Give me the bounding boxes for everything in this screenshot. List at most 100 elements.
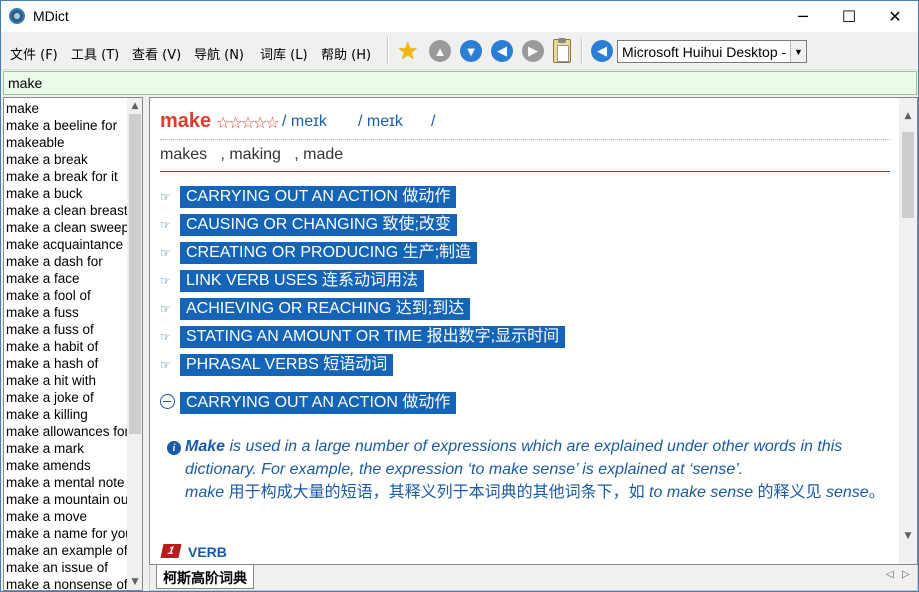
scroll-down-icon[interactable]: ▼ [900,528,916,544]
word-list-item[interactable]: make a joke of [6,389,127,406]
headword: make [160,110,212,132]
scroll-thumb[interactable] [129,114,141,434]
minimize-button[interactable]: ─ [780,1,826,32]
star-icon[interactable]: ★ [397,39,421,63]
speaker-back-icon[interactable]: ◀ [591,40,613,62]
mdict-window: MDict ─ ☐ ✕ 文件 (F) 工具 (T) 查看 (V) 导航 (N) … [0,0,919,592]
divider [160,139,890,140]
voice-select-value: Microsoft Huihui Desktop - [622,44,787,60]
section-link[interactable]: STATING AN AMOUNT OR TIME 报出数字;显示时间 [180,326,566,348]
info-icon: i [167,441,181,455]
word-list-item[interactable]: make a fool of [6,287,127,304]
frequency-stars: ☆☆☆☆☆ [216,113,280,132]
section-link[interactable]: CREATING OR PRODUCING 生产;制造 [180,242,478,264]
note-text: is used in a large number of expressions… [185,438,843,478]
word-list-item[interactable]: make a nonsense of [6,576,127,590]
tab-next-icon[interactable]: ▷ [902,569,910,580]
pointing-hand-icon: ☞ [160,246,171,260]
word-list-scrollbar[interactable]: ▲ ▼ [127,98,142,590]
word-list-item[interactable]: make acquaintance [6,236,127,253]
word-list-item[interactable]: make a buck [6,185,127,202]
window-title: MDict [33,8,69,24]
word-list-item[interactable]: makeable [6,134,127,151]
entry-content: make ☆☆☆☆☆ / meɪk / meɪk / makes , makin… [149,97,918,565]
scroll-down-icon[interactable]: ▼ [127,574,142,590]
word-list-item[interactable]: make a clean sweep [6,219,127,236]
word-list-item[interactable]: make [6,100,127,117]
voice-select[interactable]: Microsoft Huihui Desktop - ▼ [617,40,807,63]
note-ref[interactable]: sense [826,484,869,501]
word-list[interactable]: make make a beeline for makeable make a bre… [3,97,143,591]
title-bar: MDict ─ ☐ ✕ [1,1,918,32]
note-chinese-2: 的释义见 [753,484,826,501]
close-button[interactable]: ✕ [872,1,918,32]
forward-icon[interactable]: ▶ [522,40,544,62]
back-icon[interactable]: ◀ [491,40,513,62]
word-list-item[interactable]: make a fuss of [6,321,127,338]
note-end: 。 [868,484,885,501]
section-link[interactable]: LINK VERB USES 连系动词用法 [180,270,425,292]
word-list-item[interactable]: make a hit with [6,372,127,389]
toolbar-separator [581,37,583,65]
word-list-item[interactable]: make a mark [6,440,127,457]
pointing-hand-icon: ☞ [160,358,171,372]
expanded-section-label[interactable]: CARRYING OUT AN ACTION 做动作 [180,392,457,414]
pointing-hand-icon: ☞ [160,218,171,232]
menu-navigate[interactable]: 导航 (N) [194,44,244,63]
scroll-up-icon[interactable]: ▲ [900,108,916,124]
menu-toolbar: 文件 (F) 工具 (T) 查看 (V) 导航 (N) 词库 (L) 帮助 (H… [1,32,918,70]
scroll-thumb[interactable] [902,132,914,218]
word-list-item[interactable]: make a killing [6,406,127,423]
clipboard-icon[interactable] [553,38,571,63]
part-of-speech: VERB [188,544,227,560]
word-list-item[interactable]: make a clean breast [6,202,127,219]
toolbar-separator [387,37,389,65]
search-input[interactable]: make [3,71,917,95]
word-list-item[interactable]: make allowances for [6,423,127,440]
pronunciation-end: / [431,113,436,130]
menu-help[interactable]: 帮助 (H) [321,44,371,63]
word-list-item[interactable]: make a break [6,151,127,168]
word-list-item[interactable]: make a mental note [6,474,127,491]
dictionary-tab-bar: 柯斯高阶词典 ◁ ▷ [149,565,918,591]
word-list-item[interactable]: make a break for it [6,168,127,185]
up-icon[interactable]: ▲ [429,40,451,62]
collapse-icon[interactable] [160,394,175,409]
note-phrase[interactable]: to make sense [649,484,753,501]
word-list-item[interactable]: make a habit of [6,338,127,355]
word-list-item[interactable]: make a mountain out [6,491,127,508]
content-scrollbar[interactable]: ▲ ▼ [899,98,917,564]
word-list-item[interactable]: make a beeline for [6,117,127,134]
menu-file[interactable]: 文件 (F) [10,44,58,63]
chevron-down-icon[interactable]: ▼ [790,41,806,62]
pronunciation-uk[interactable]: / meɪk [282,113,327,131]
word-list-item[interactable]: make a move [6,508,127,525]
menu-library[interactable]: 词库 (L) [260,44,308,63]
tab-prev-icon[interactable]: ◁ [886,569,894,580]
section-link[interactable]: PHRASAL VERBS 短语动词 [180,354,394,376]
maximize-button[interactable]: ☐ [826,1,872,32]
word-list-item[interactable]: make an issue of [6,559,127,576]
menu-tools[interactable]: 工具 (T) [71,44,119,63]
down-icon[interactable]: ▼ [460,40,482,62]
section-link[interactable]: ACHIEVING OR REACHING 达到;到达 [180,298,471,320]
word-list-item[interactable]: make amends [6,457,127,474]
scroll-up-icon[interactable]: ▲ [127,98,142,114]
usage-note: Make is used in a large number of expres… [185,435,895,504]
word-list-item[interactable]: make an example of [6,542,127,559]
word-list-item[interactable]: make a dash for [6,253,127,270]
menu-view[interactable]: 查看 (V) [132,44,181,63]
pointing-hand-icon: ☞ [160,302,171,316]
word-list-item[interactable]: make a face [6,270,127,287]
word-list-item[interactable]: make a name for yourself [6,525,127,542]
tab-collins[interactable]: 柯斯高阶词典 [156,565,254,589]
word-list-item[interactable]: make a fuss [6,304,127,321]
section-link[interactable]: CAUSING OR CHANGING 致使;改变 [180,214,457,236]
pointing-hand-icon: ☞ [160,190,171,204]
pronunciation-us[interactable]: / meɪk [358,113,403,131]
section-link[interactable]: CARRYING OUT AN ACTION 做动作 [180,186,457,208]
word-list-item[interactable]: make a hash of [6,355,127,372]
sense-number-badge: 1 [160,544,182,558]
note-lead: Make [185,438,226,455]
note-word: make [185,484,225,501]
